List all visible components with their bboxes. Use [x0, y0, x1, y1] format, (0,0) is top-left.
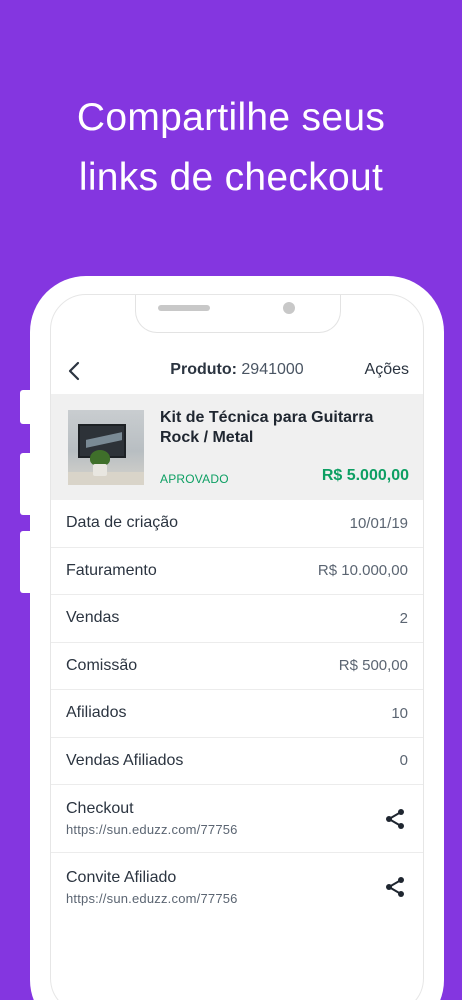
checkout-link-row: Checkout https://sun.eduzz.com/77756	[51, 785, 423, 853]
link-url[interactable]: https://sun.eduzz.com/77756	[66, 891, 238, 906]
product-card: Kit de Técnica para Guitarra Rock / Meta…	[51, 394, 423, 500]
detail-row-sales: Vendas 2	[51, 595, 423, 643]
affiliate-invite-row: Convite Afiliado https://sun.eduzz.com/7…	[51, 853, 423, 921]
detail-row-affiliate-sales: Vendas Afiliados 0	[51, 738, 423, 785]
detail-value: R$ 500,00	[338, 657, 408, 675]
app-header: Produto: 2941000 Ações	[51, 350, 423, 394]
link-url[interactable]: https://sun.eduzz.com/77756	[66, 822, 238, 837]
detail-row-affiliates: Afiliados 10	[51, 690, 423, 738]
detail-value: 10	[391, 704, 408, 722]
detail-label: Data de criação	[66, 514, 179, 532]
link-label: Checkout	[66, 800, 134, 817]
detail-row-commission: Comissão R$ 500,00	[51, 643, 423, 690]
detail-value: 0	[399, 752, 408, 770]
detail-value: 10/01/19	[349, 514, 408, 532]
detail-value: 2	[399, 609, 408, 627]
link-label: Convite Afiliado	[66, 868, 177, 886]
phone-notch	[135, 295, 341, 333]
product-thumbnail	[68, 410, 144, 485]
product-price: R$ 5.000,00	[321, 467, 409, 484]
headline-line-2: links de checkout	[78, 156, 384, 199]
page-title-label: Produto:	[170, 361, 237, 378]
headline-line-1: Compartilhe seus	[76, 96, 386, 139]
status-badge: APROVADO	[160, 472, 229, 486]
details-list: Data de criação 10/01/19 Faturamento R$ …	[51, 500, 423, 921]
detail-label: Faturamento	[66, 561, 157, 579]
detail-label: Comissão	[66, 656, 138, 674]
page-title-value: 2941000	[241, 361, 304, 378]
detail-label: Afiliados	[66, 704, 127, 722]
product-name: Kit de Técnica para Guitarra Rock / Meta…	[160, 409, 374, 446]
share-affiliate-button[interactable]	[382, 874, 408, 900]
phone-speaker	[158, 305, 210, 311]
detail-label: Vendas	[66, 609, 120, 627]
share-icon	[386, 808, 404, 829]
share-icon	[386, 877, 404, 897]
share-checkout-button[interactable]	[382, 806, 408, 832]
phone-camera	[283, 302, 295, 314]
actions-button[interactable]: Ações	[365, 361, 409, 379]
detail-row-revenue: Faturamento R$ 10.000,00	[51, 548, 423, 595]
detail-value: R$ 10.000,00	[317, 562, 408, 580]
detail-label: Vendas Afiliados	[66, 751, 184, 769]
headline: Compartilhe seus links de checkout	[0, 88, 462, 208]
detail-row-creation-date: Data de criação 10/01/19	[51, 500, 423, 548]
